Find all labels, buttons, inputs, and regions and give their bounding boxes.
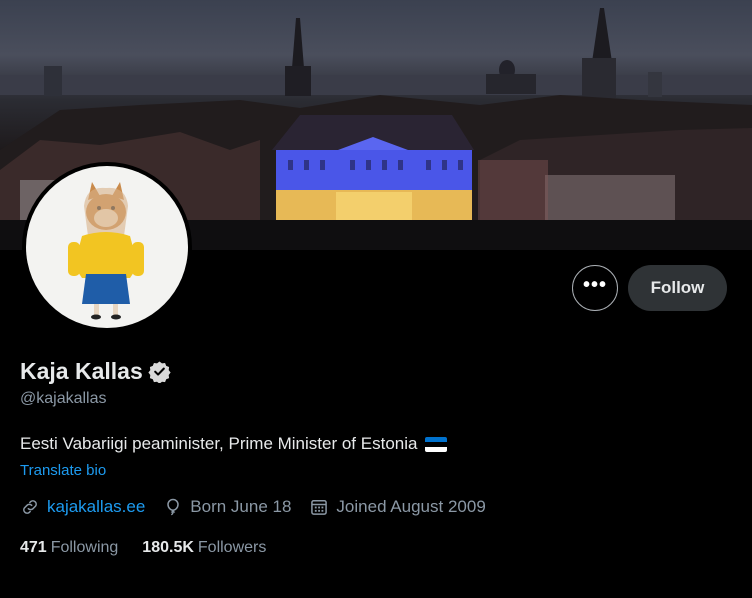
profile-meta: kajakallas.ee Born June 18 Joined August… bbox=[20, 497, 504, 517]
dog-in-yellow-jacket-illustration bbox=[68, 182, 144, 320]
follow-button[interactable]: Follow bbox=[628, 265, 727, 311]
more-icon: ••• bbox=[582, 274, 607, 296]
calendar-icon bbox=[311, 500, 328, 515]
balloon-icon bbox=[167, 498, 180, 516]
followers-link[interactable]: 180.5K Followers bbox=[142, 539, 266, 557]
following-label: Following bbox=[50, 539, 119, 556]
estonia-flag-icon bbox=[425, 436, 448, 452]
translate-bio-link[interactable]: Translate bio bbox=[20, 462, 106, 479]
bio-text: Eesti Vabariigi peaminister, Prime Minis… bbox=[20, 434, 418, 453]
profile-name-row: Kaja Kallas bbox=[20, 358, 171, 385]
profile-avatar[interactable] bbox=[22, 162, 192, 332]
birthday-text: Born June 18 bbox=[190, 497, 292, 516]
profile-stats: 471 Following 180.5K Followers bbox=[20, 539, 290, 557]
website-link[interactable]: kajakallas.ee bbox=[47, 497, 145, 517]
website-item[interactable]: kajakallas.ee bbox=[20, 497, 145, 517]
avatar-image bbox=[26, 166, 188, 328]
link-icon bbox=[23, 500, 37, 514]
following-count: 471 bbox=[20, 539, 47, 556]
verified-badge-icon[interactable] bbox=[148, 360, 171, 383]
profile-name: Kaja Kallas bbox=[20, 358, 143, 384]
following-link[interactable]: 471 Following bbox=[20, 539, 118, 557]
followers-count: 180.5K bbox=[142, 539, 194, 556]
profile-bio: Eesti Vabariigi peaminister, Prime Minis… bbox=[20, 434, 448, 454]
joined-text: Joined August 2009 bbox=[336, 497, 486, 516]
joined-item: Joined August 2009 bbox=[309, 497, 486, 517]
profile-handle: @kajakallas bbox=[20, 390, 107, 407]
birthday-item: Born June 18 bbox=[163, 497, 291, 517]
more-options-button[interactable]: ••• bbox=[572, 265, 618, 311]
followers-label: Followers bbox=[197, 539, 267, 556]
